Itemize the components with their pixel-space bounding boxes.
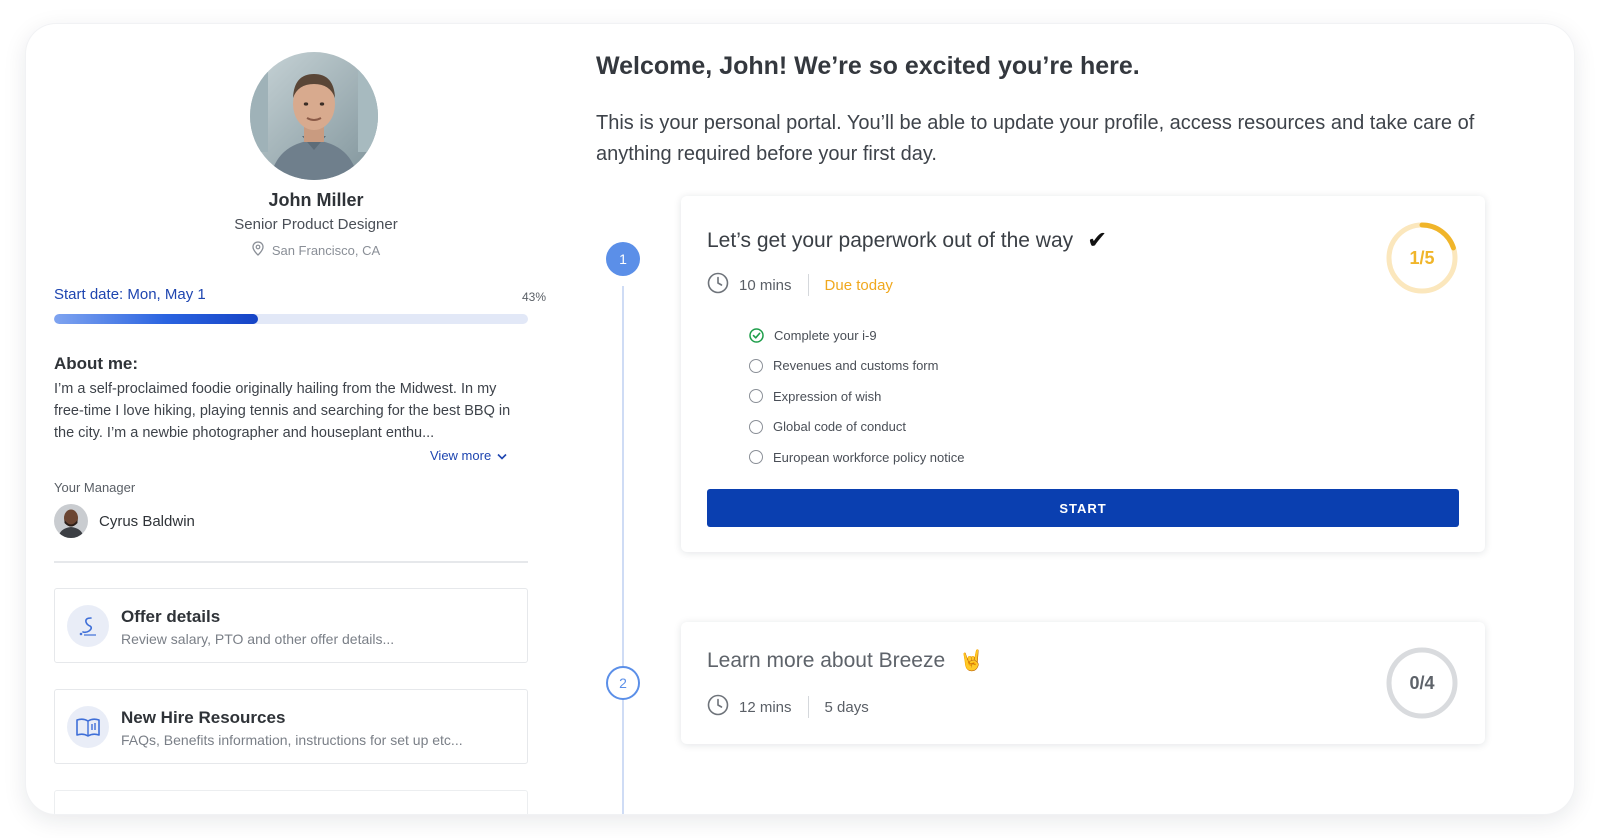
start-button[interactable]: START [707,489,1459,527]
task-title: Let’s get your paperwork out of the way … [707,226,1107,255]
manager-label: Your Manager [54,480,136,495]
checkmark-icon: ✔ [1087,227,1108,254]
task-card-breeze: Learn more about Breeze 🤘 12 mins 5 days… [681,622,1485,744]
profile-title: Senior Product Designer [234,216,398,233]
radio-circle-icon [749,358,763,373]
checklist-item[interactable]: European workforce policy notice [749,442,965,473]
clock-icon [707,694,729,720]
radio-circle-icon [749,450,763,465]
task-progress-ring: 0/4 [1385,646,1459,720]
new-hire-resources-subtitle: FAQs, Benefits information, instructions… [121,732,463,748]
welcome-heading: Welcome, John! We’re so excited you’re h… [596,52,1140,80]
step-2-marker: 2 [606,666,640,700]
task-progress-label: 1/5 [1409,247,1435,268]
onboarding-progress-fill [54,314,258,324]
manager-name[interactable]: Cyrus Baldwin [99,513,195,530]
onboarding-progress-percent: 43% [521,290,546,304]
welcome-intro: This is your personal portal. You’ll be … [596,112,1475,165]
task-meta: 12 mins 5 days [707,694,869,720]
task-card-paperwork: Let’s get your paperwork out of the way … [681,196,1485,552]
radio-circle-icon [749,419,763,434]
offer-details-title: Offer details [121,607,221,626]
profile-name: John Miller [268,190,364,210]
profile-location: San Francisco, CA [106,241,526,259]
open-book-icon [67,706,109,748]
checklist-item-label: European workforce policy notice [773,449,965,465]
task-duration: 10 mins [739,276,792,294]
meta-separator [807,274,809,296]
portal-window: John Miller Senior Product Designer San … [26,24,1574,814]
signature-icon [67,605,109,647]
rock-hand-icon: 🤘 [959,650,985,672]
location-pin-icon [252,241,264,259]
task-meta: 10 mins Due today [707,272,893,298]
chevron-down-icon [497,448,507,463]
checklist-item-label: Revenues and customs form [773,358,939,374]
checklist-item-label: Global code of conduct [773,419,906,435]
task-progress-ring: 1/5 [1385,221,1459,295]
offer-details-card[interactable]: Offer details Review salary, PTO and oth… [54,588,528,663]
task-due: Due today [824,276,893,294]
about-text: I’m a self-proclaimed foodie originally … [54,381,511,441]
check-circle-icon [749,328,764,343]
profile-avatar [250,52,378,180]
checklist-item[interactable]: Revenues and customs form [749,351,965,382]
section-divider [54,561,528,563]
checklist-item[interactable]: Expression of wish [749,381,965,412]
view-more-label: View more [430,448,492,463]
onboarding-progress-bar [54,314,528,324]
new-hire-resources-title: New Hire Resources [121,708,286,727]
task-title: Learn more about Breeze 🤘 [707,648,984,673]
start-date: Start date: Mon, May 1 [54,286,206,303]
about-heading: About me: [54,354,139,373]
offer-details-subtitle: Review salary, PTO and other offer detai… [121,631,395,647]
radio-circle-icon [749,389,763,404]
checklist-item-label: Complete your i-9 [774,327,877,343]
step-1-marker: 1 [606,242,640,276]
more-cards-peek [54,790,528,814]
manager-avatar[interactable] [54,504,88,538]
timeline-line [622,286,624,814]
checklist-item-label: Expression of wish [773,388,882,404]
task-title-text: Learn more about Breeze [707,648,946,672]
view-more-link[interactable]: View more [430,448,507,463]
task-progress-label: 0/4 [1409,672,1435,693]
location-text: San Francisco, CA [271,242,381,258]
task-duration: 12 mins [739,698,792,716]
checklist-item[interactable]: Complete your i-9 [749,320,965,351]
task-due: 5 days [824,698,869,716]
new-hire-resources-card[interactable]: New Hire Resources FAQs, Benefits inform… [54,689,528,764]
checklist-item[interactable]: Global code of conduct [749,412,965,443]
paperwork-checklist: Complete your i-9 Revenues and customs fo… [749,320,965,473]
clock-icon [707,272,729,298]
meta-separator [807,696,809,718]
task-title-text: Let’s get your paperwork out of the way [707,228,1074,252]
